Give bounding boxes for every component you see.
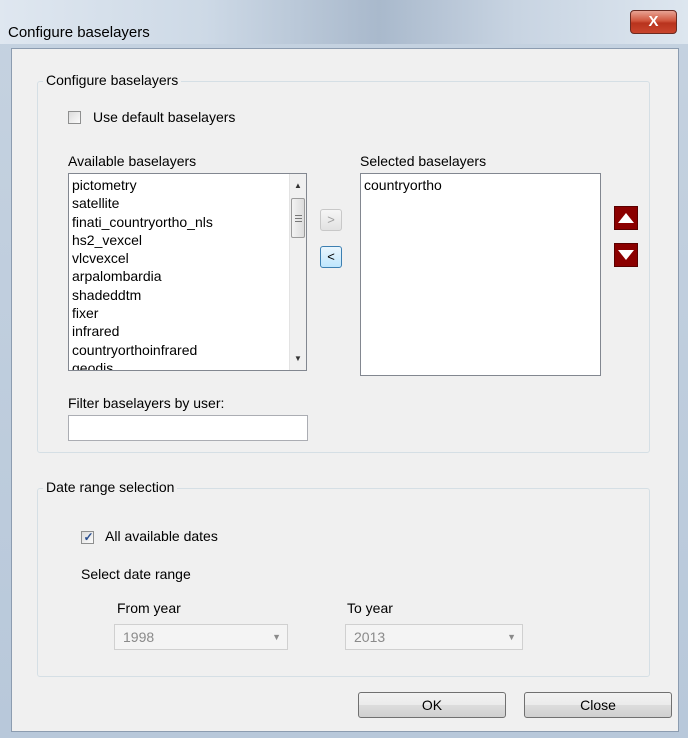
triangle-up-icon [618, 213, 634, 223]
from-year-label: From year [117, 600, 181, 616]
list-item[interactable]: shadeddtm [69, 286, 306, 304]
add-baselayer-button[interactable]: > [320, 209, 342, 231]
selected-baselayers-list[interactable]: countryortho [360, 173, 601, 376]
scroll-down-arrow-icon[interactable]: ▼ [290, 350, 306, 367]
checkmark-icon: ✓ [83, 530, 94, 544]
all-available-dates-label[interactable]: All available dates [105, 528, 218, 544]
dialog-window: Configure baselayers X Configure baselay… [0, 0, 688, 738]
scroll-up-arrow-icon[interactable]: ▲ [290, 177, 306, 194]
ok-button[interactable]: OK [358, 692, 506, 718]
title-bar[interactable]: Configure baselayers X [0, 0, 688, 44]
scroll-thumb[interactable] [291, 198, 305, 238]
available-baselayers-label: Available baselayers [68, 153, 197, 169]
list-item[interactable]: geodis [69, 359, 306, 370]
move-up-button[interactable] [614, 206, 638, 230]
list-item[interactable]: finati_countryortho_nls [69, 213, 306, 231]
chevron-down-icon: ▼ [507, 632, 516, 642]
remove-baselayer-button[interactable]: < [320, 246, 342, 268]
all-available-dates-checkbox[interactable]: ✓ [81, 530, 94, 544]
date-range-group-legend: Date range selection [43, 479, 178, 495]
select-date-range-label: Select date range [81, 566, 191, 582]
list-item[interactable]: infrared [69, 322, 306, 340]
list-item[interactable]: vlcvexcel [69, 249, 306, 267]
list-item[interactable]: countryortho [361, 176, 600, 194]
available-list-scrollbar[interactable]: ▲ ▼ [289, 174, 306, 370]
list-item[interactable]: pictometry [69, 176, 306, 194]
available-baselayers-list[interactable]: pictometry satellite finati_countryortho_n… [68, 173, 307, 371]
to-year-value: 2013 [354, 629, 386, 645]
list-item[interactable]: fixer [69, 304, 306, 322]
list-item[interactable]: countryorthoinfrared [69, 341, 306, 359]
use-default-baselayers-checkbox[interactable] [68, 111, 81, 124]
selected-baselayers-label: Selected baselayers [360, 153, 487, 169]
close-button[interactable]: Close [524, 692, 672, 718]
to-year-select[interactable]: 2013 ▼ [345, 624, 523, 650]
list-item[interactable]: satellite [69, 194, 306, 212]
from-year-select[interactable]: 1998 ▼ [114, 624, 288, 650]
baselayers-groupbox: Configure baselayers Use default baselay… [37, 72, 650, 453]
dialog-client-area: Configure baselayers Use default baselay… [11, 48, 679, 732]
date-range-groupbox: Date range selection ✓ All available dat… [37, 479, 650, 677]
triangle-down-icon [618, 250, 634, 260]
window-close-button[interactable]: X [630, 10, 677, 34]
window-title: Configure baselayers [8, 24, 150, 41]
filter-baselayers-label: Filter baselayers by user: [68, 395, 225, 411]
use-default-baselayers-label[interactable]: Use default baselayers [93, 109, 235, 125]
from-year-value: 1998 [123, 629, 155, 645]
chevron-down-icon: ▼ [272, 632, 281, 642]
list-item[interactable]: hs2_vexcel [69, 231, 306, 249]
to-year-label: To year [347, 600, 393, 616]
baselayers-group-legend: Configure baselayers [43, 72, 182, 88]
filter-baselayers-input[interactable] [68, 415, 308, 441]
list-item[interactable]: arpalombardia [69, 267, 306, 285]
move-down-button[interactable] [614, 243, 638, 267]
